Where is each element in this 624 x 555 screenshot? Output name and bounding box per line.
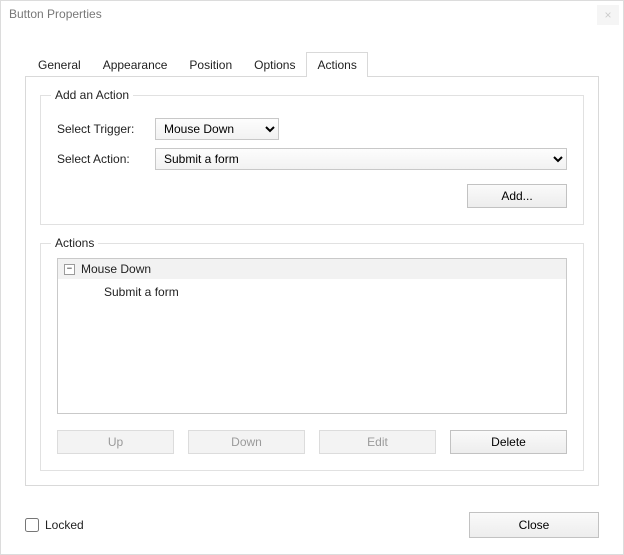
edit-button: Edit: [319, 430, 436, 454]
tree-node-action-label: Submit a form: [104, 285, 179, 299]
label-select-action: Select Action:: [57, 152, 145, 166]
locked-label: Locked: [45, 518, 84, 532]
tabpanel-actions: Add an Action Select Trigger: Mouse Down…: [25, 76, 599, 486]
tree-node-action[interactable]: Submit a form: [58, 279, 566, 305]
label-select-trigger: Select Trigger:: [57, 122, 145, 136]
dialog-content: General Appearance Position Options Acti…: [1, 27, 623, 500]
group-add-action-legend: Add an Action: [51, 88, 133, 102]
locked-checkbox[interactable]: [25, 518, 39, 532]
group-actions-list: Actions − Mouse Down Submit a form Up Do…: [40, 243, 584, 471]
collapse-icon[interactable]: −: [64, 264, 75, 275]
actions-buttons-row: Up Down Edit Delete: [57, 430, 567, 454]
actions-tree[interactable]: − Mouse Down Submit a form: [57, 258, 567, 414]
tabstrip: General Appearance Position Options Acti…: [27, 51, 599, 76]
up-button: Up: [57, 430, 174, 454]
tab-position[interactable]: Position: [178, 52, 243, 77]
tab-general[interactable]: General: [27, 52, 92, 77]
tree-node-trigger[interactable]: − Mouse Down: [58, 259, 566, 279]
close-icon[interactable]: ×: [597, 5, 619, 25]
tree-node-trigger-label: Mouse Down: [81, 262, 151, 276]
dialog-window: Button Properties × General Appearance P…: [0, 0, 624, 555]
group-add-action: Add an Action Select Trigger: Mouse Down…: [40, 95, 584, 225]
row-select-action: Select Action: Submit a form: [57, 148, 567, 170]
dialog-footer: Locked Close: [1, 500, 623, 554]
add-button-row: Add...: [57, 184, 567, 208]
tab-appearance[interactable]: Appearance: [92, 52, 179, 77]
down-button: Down: [188, 430, 305, 454]
close-button[interactable]: Close: [469, 512, 599, 538]
window-title: Button Properties: [9, 7, 102, 21]
select-action[interactable]: Submit a form: [155, 148, 567, 170]
select-trigger[interactable]: Mouse Down: [155, 118, 279, 140]
locked-checkbox-wrap[interactable]: Locked: [25, 518, 84, 532]
row-select-trigger: Select Trigger: Mouse Down: [57, 118, 567, 140]
group-actions-legend: Actions: [51, 236, 98, 250]
add-button[interactable]: Add...: [467, 184, 567, 208]
delete-button[interactable]: Delete: [450, 430, 567, 454]
tab-options[interactable]: Options: [243, 52, 306, 77]
tab-actions[interactable]: Actions: [306, 52, 367, 77]
titlebar: Button Properties ×: [1, 1, 623, 27]
